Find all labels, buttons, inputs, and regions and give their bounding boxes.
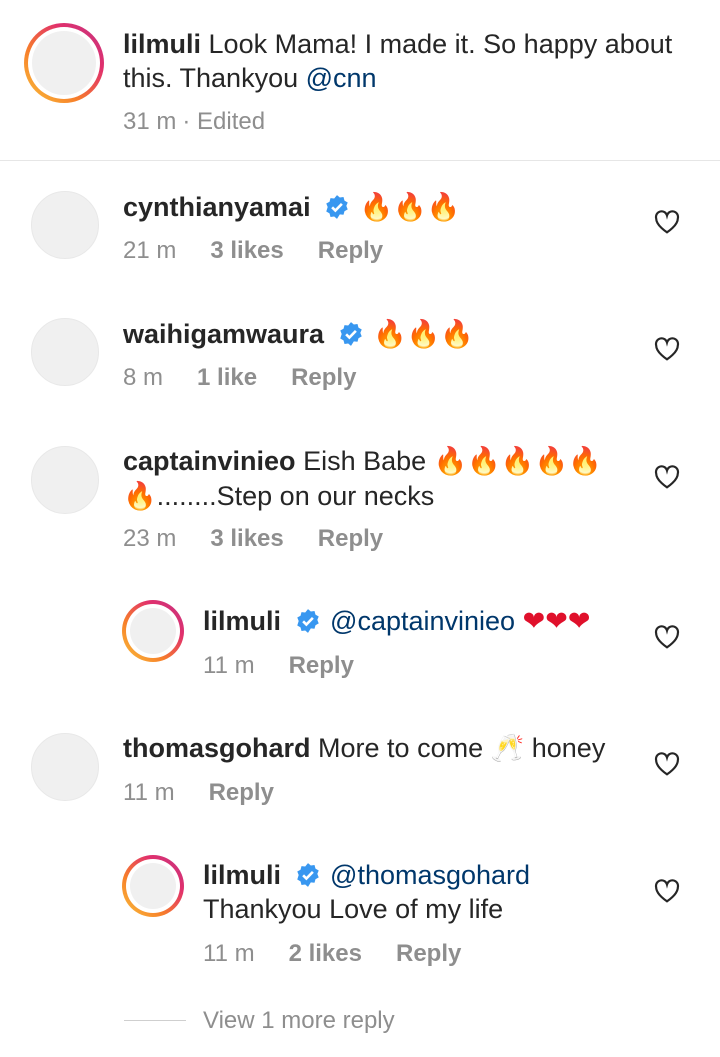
- avatar[interactable]: [122, 855, 184, 917]
- avatar[interactable]: [122, 600, 184, 662]
- view-more-replies-button[interactable]: View 1 more reply: [203, 1007, 395, 1035]
- comment-text: captainvinieo Eish Babe 🔥🔥🔥🔥🔥 🔥........S…: [123, 444, 623, 514]
- reply-button[interactable]: Reply: [209, 779, 274, 806]
- caption-time: 31 m: [123, 108, 177, 135]
- comment-text: cynthianyamai 🔥🔥🔥: [123, 190, 460, 225]
- comment-time: 23 m: [123, 525, 177, 552]
- fire-emoji-icon: 🔥🔥🔥: [359, 192, 461, 223]
- red-heart-emoji-icon: ❤❤❤: [522, 606, 591, 637]
- comment-meta: 21 m 3 likes Reply: [123, 237, 417, 265]
- comment-time: 21 m: [123, 237, 177, 264]
- verified-badge-icon: [296, 863, 319, 887]
- comment-username[interactable]: captainvinieo: [123, 446, 296, 476]
- comment-time: 11 m: [123, 779, 175, 806]
- like-heart-icon[interactable]: [654, 465, 680, 489]
- avatar[interactable]: [31, 191, 99, 259]
- clinking-glasses-emoji-icon: 🥂: [490, 733, 525, 764]
- reply-button[interactable]: Reply: [291, 364, 356, 391]
- avatar[interactable]: [24, 23, 104, 103]
- like-heart-icon[interactable]: [654, 625, 680, 649]
- comment-username[interactable]: lilmuli: [203, 606, 281, 636]
- comment-text: lilmuli @thomasgohard Thankyou Love of m…: [203, 858, 530, 926]
- like-heart-icon[interactable]: [654, 210, 680, 234]
- caption-body: Look Mama! I made it. So happy about thi…: [123, 29, 673, 93]
- reply-button[interactable]: Reply: [318, 525, 383, 552]
- avatar[interactable]: [31, 733, 99, 801]
- caption-username[interactable]: lilmuli: [123, 29, 201, 59]
- divider: [0, 160, 720, 161]
- comment-meta: 11 m 2 likes Reply: [203, 940, 495, 968]
- comment-body: Eish Babe: [303, 446, 427, 476]
- caption-meta: 31 m · Edited: [123, 108, 299, 136]
- comment-username[interactable]: waihigamwaura: [123, 319, 324, 349]
- comment-mention[interactable]: @thomasgohard: [330, 860, 530, 890]
- caption-edited: · Edited: [182, 108, 266, 135]
- like-heart-icon[interactable]: [654, 879, 680, 903]
- like-heart-icon[interactable]: [654, 337, 680, 361]
- comment-meta: 23 m 3 likes Reply: [123, 525, 417, 553]
- comment-likes[interactable]: 1 like: [197, 364, 257, 391]
- fire-emoji-icon: 🔥🔥🔥🔥🔥: [433, 446, 602, 477]
- comment-likes[interactable]: 2 likes: [289, 940, 362, 967]
- verified-badge-icon: [339, 322, 362, 346]
- comment-meta: 8 m 1 like Reply: [123, 364, 390, 392]
- comment-meta: 11 m Reply: [123, 779, 308, 807]
- caption-mention[interactable]: @cnn: [306, 63, 377, 93]
- comment-text: thomasgohard More to come 🥂 honey: [123, 731, 605, 766]
- verified-badge-icon: [296, 609, 319, 633]
- avatar[interactable]: [31, 318, 99, 386]
- caption-text: lilmuli Look Mama! I made it. So happy a…: [123, 27, 683, 95]
- like-heart-icon[interactable]: [654, 752, 680, 776]
- comment-body: Thankyou Love of my life: [203, 894, 504, 924]
- comment-body: honey: [531, 733, 606, 763]
- comment-likes[interactable]: 3 likes: [210, 525, 283, 552]
- reply-button[interactable]: Reply: [396, 940, 461, 967]
- fire-emoji-icon: 🔥: [123, 481, 157, 512]
- comment-mention[interactable]: @captainvinieo: [330, 606, 515, 636]
- verified-badge-icon: [326, 195, 348, 219]
- avatar[interactable]: [31, 446, 99, 514]
- comment-time: 11 m: [203, 940, 255, 967]
- comment-text: lilmuli @captainvinieo ❤❤❤: [203, 604, 590, 639]
- comment-likes[interactable]: 3 likes: [210, 237, 283, 264]
- comment-time: 11 m: [203, 652, 255, 679]
- comment-username[interactable]: thomasgohard: [123, 733, 311, 763]
- view-more-divider: [124, 1020, 186, 1021]
- comment-meta: 11 m Reply: [203, 652, 388, 680]
- comment-body: More to come: [318, 733, 484, 763]
- reply-button[interactable]: Reply: [289, 652, 354, 679]
- fire-emoji-icon: 🔥🔥🔥: [373, 319, 474, 350]
- comment-text: waihigamwaura 🔥🔥🔥: [123, 317, 474, 352]
- comment-body: ........Step on our necks: [156, 481, 435, 511]
- comment-username[interactable]: cynthianyamai: [123, 192, 311, 222]
- comment-time: 8 m: [123, 364, 164, 391]
- comment-username[interactable]: lilmuli: [203, 860, 281, 890]
- reply-button[interactable]: Reply: [318, 237, 383, 264]
- post-caption: lilmuli Look Mama! I made it. So happy a…: [0, 0, 720, 160]
